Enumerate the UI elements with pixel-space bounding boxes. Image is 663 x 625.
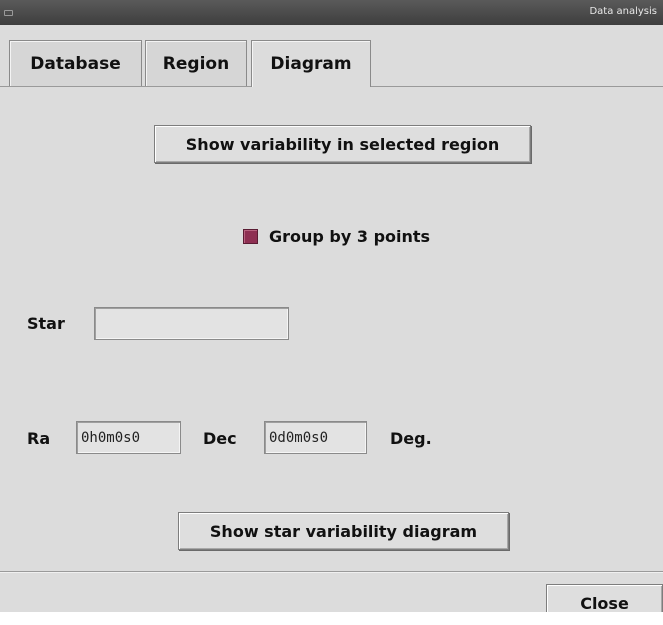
window-title: Data analysis	[589, 6, 657, 17]
tab-diagram-label: Diagram	[270, 54, 352, 74]
window-menu-icon[interactable]	[4, 10, 13, 16]
tab-region-label: Region	[162, 53, 230, 74]
dec-field[interactable]: 0d0m0s0	[264, 421, 367, 454]
show-region-variability-label: Show variability in selected region	[185, 134, 500, 154]
tab-bar: Database Region Diagram	[0, 32, 663, 87]
ra-field[interactable]: 0h0m0s0	[76, 421, 181, 454]
dec-label: Dec	[203, 429, 237, 448]
show-star-variability-label: Show star variability diagram	[209, 521, 478, 541]
data-analysis-window: Data analysis Database Region Diagram Sh…	[0, 0, 663, 612]
group-by-checkbox-row[interactable]: Group by 3 points	[243, 224, 430, 248]
deg-label: Deg.	[390, 429, 432, 448]
tab-database-label: Database	[30, 53, 121, 74]
close-button-label: Close	[580, 593, 629, 613]
group-by-checkbox[interactable]	[243, 228, 258, 244]
bottom-separator	[0, 571, 663, 572]
close-button[interactable]: Close	[546, 584, 663, 612]
star-label: Star	[27, 314, 65, 333]
tab-diagram[interactable]: Diagram	[251, 40, 371, 87]
group-by-label: Group by 3 points	[269, 226, 431, 246]
tab-database[interactable]: Database	[9, 40, 142, 86]
tab-region[interactable]: Region	[145, 40, 247, 86]
show-star-variability-button[interactable]: Show star variability diagram	[178, 512, 509, 550]
show-region-variability-button[interactable]: Show variability in selected region	[154, 125, 531, 163]
title-bar[interactable]: Data analysis	[0, 0, 663, 25]
ra-field-value: 0h0m0s0	[81, 429, 141, 446]
dec-field-value: 0d0m0s0	[269, 429, 329, 446]
ra-label: Ra	[27, 429, 51, 448]
star-field[interactable]	[94, 307, 289, 340]
